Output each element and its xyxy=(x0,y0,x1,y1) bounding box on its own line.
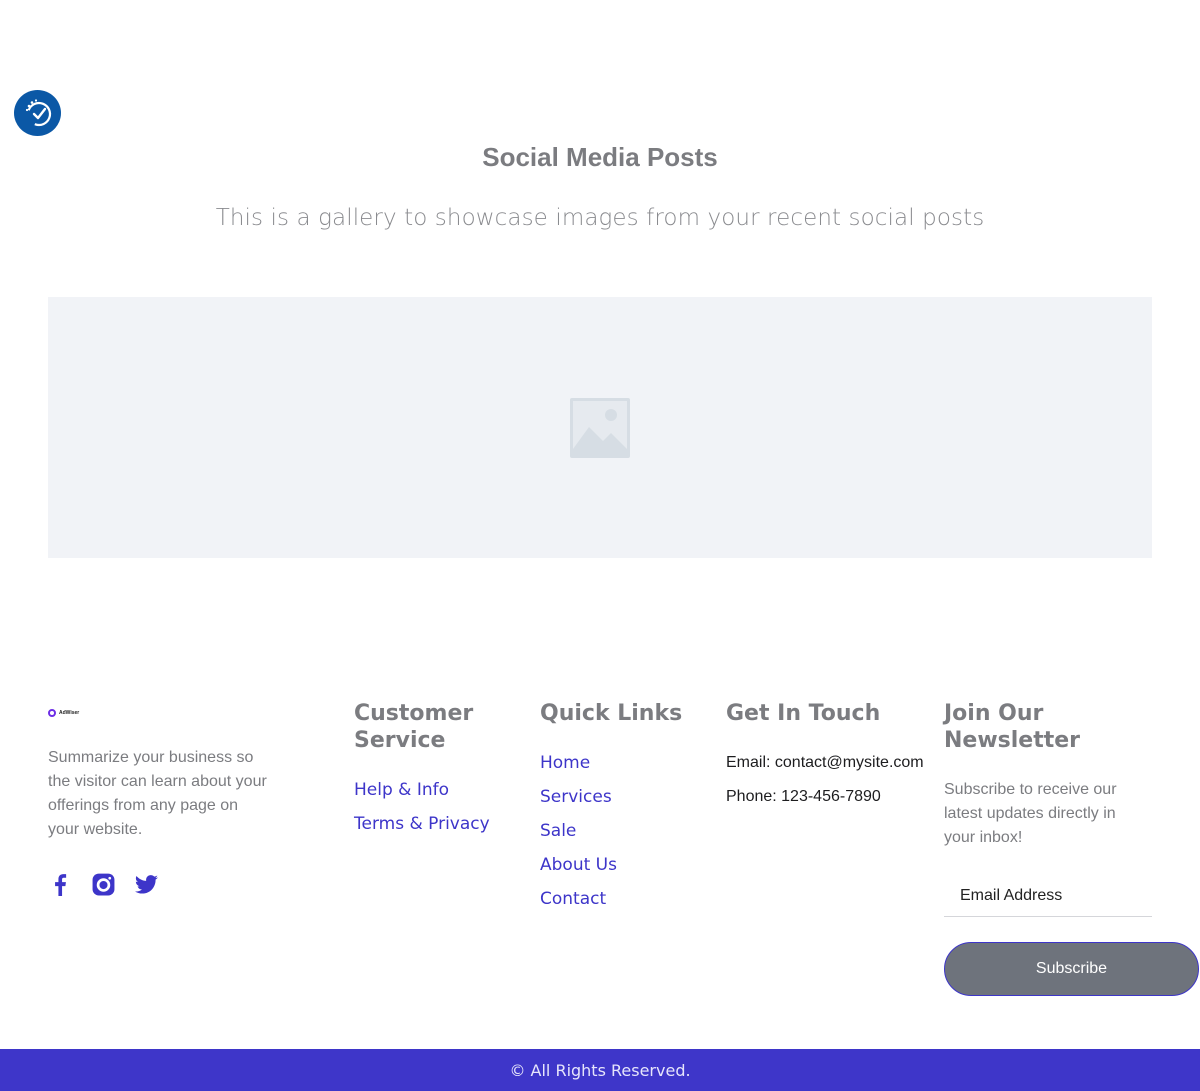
copyright-text: © All Rights Reserved. xyxy=(509,1060,691,1080)
contact-email[interactable]: Email: contact@mysite.com xyxy=(726,746,924,780)
brand-logo[interactable]: AdWiser xyxy=(48,709,79,717)
page: Social Media Posts This is a gallery to … xyxy=(0,0,1200,1091)
facebook-icon xyxy=(55,874,67,896)
instagram-link[interactable] xyxy=(91,872,116,897)
newsletter-description: Subscribe to receive our latest updates … xyxy=(944,781,1117,846)
link-sale-text[interactable]: Sale xyxy=(540,821,576,841)
contact-phone[interactable]: Phone: 123-456-7890 xyxy=(726,780,924,814)
get-in-touch-column: Get In Touch Email: contact@mysite.com P… xyxy=(726,700,924,814)
social-gallery[interactable] xyxy=(48,297,1152,558)
section-subtitle: This is a gallery to showcase images fro… xyxy=(215,205,985,231)
facebook-link[interactable] xyxy=(48,872,73,897)
customer-service-links: Help & Info Terms & Privacy xyxy=(354,773,504,841)
business-summary: Summarize your business so the visitor c… xyxy=(48,749,267,838)
quick-links-list: Home Services Sale About Us Contact xyxy=(540,746,682,916)
link-home-text[interactable]: Home xyxy=(540,753,590,773)
subscribe-button[interactable]: Subscribe xyxy=(944,942,1199,996)
link-help-info[interactable]: Help & Info xyxy=(354,773,504,807)
link-services[interactable]: Services xyxy=(540,780,682,814)
logo-text: AdWiser xyxy=(59,710,80,716)
newsletter-email-input[interactable] xyxy=(944,875,1152,917)
link-sale[interactable]: Sale xyxy=(540,814,682,848)
link-terms-privacy-text[interactable]: Terms & Privacy xyxy=(354,814,490,834)
link-services-text[interactable]: Services xyxy=(540,787,612,807)
link-about-us-text[interactable]: About Us xyxy=(540,855,617,875)
twitter-link[interactable] xyxy=(134,872,159,897)
quick-links-column: Quick Links Home Services Sale About Us … xyxy=(540,700,682,916)
link-help-info-text[interactable]: Help & Info xyxy=(354,780,449,800)
newsletter-title: Join Our Newsletter xyxy=(944,701,1081,753)
accessibility-button[interactable] xyxy=(14,90,61,136)
link-contact[interactable]: Contact xyxy=(540,882,682,916)
link-about-us[interactable]: About Us xyxy=(540,848,682,882)
newsletter-column: Join Our Newsletter Subscribe to receive… xyxy=(944,700,1199,996)
link-home[interactable]: Home xyxy=(540,746,682,780)
twitter-icon xyxy=(135,875,158,894)
instagram-icon xyxy=(92,873,115,896)
customer-service-column: Customer Service Help & Info Terms & Pri… xyxy=(354,700,504,841)
logo-mark-icon xyxy=(48,709,56,717)
link-contact-text[interactable]: Contact xyxy=(540,889,606,909)
link-terms-privacy[interactable]: Terms & Privacy xyxy=(354,807,504,841)
image-placeholder-icon xyxy=(570,397,630,458)
social-links xyxy=(48,872,159,897)
get-in-touch-title: Get In Touch xyxy=(726,701,881,726)
copyright-bar: © All Rights Reserved. xyxy=(0,1049,1200,1091)
accessibility-check-icon xyxy=(25,99,51,127)
section-title: Social Media Posts xyxy=(482,142,718,172)
quick-links-title: Quick Links xyxy=(540,701,683,726)
customer-service-title: Customer Service xyxy=(354,701,474,753)
